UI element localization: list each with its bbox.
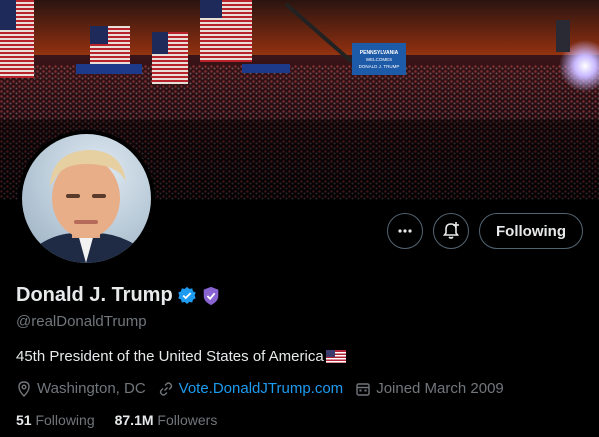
more-button[interactable] [387, 213, 424, 249]
profile-bio: 45th President of the United States of A… [16, 348, 346, 365]
meta-website: Vote.DonaldJTrump.com [158, 380, 344, 397]
meta-joined: Joined March 2009 [355, 380, 504, 397]
profile-meta: Washington, DC Vote.DonaldJTrump.com Joi… [16, 380, 504, 397]
following-count: 51 [16, 412, 32, 428]
website-link[interactable]: Vote.DonaldJTrump.com [179, 380, 344, 397]
avatar-image [22, 134, 151, 263]
profile-stats: 51 Following 87.1M Followers [16, 412, 217, 428]
profile-actions: Following [387, 213, 583, 249]
svg-text:DONALD J. TRUMP: DONALD J. TRUMP [359, 64, 400, 69]
bell-plus-icon [442, 222, 460, 239]
us-flag-icon [325, 350, 346, 363]
followers-label: Followers [157, 412, 218, 428]
profile-handle: @realDonaldTrump [16, 313, 147, 330]
location-text: Washington, DC [37, 380, 146, 397]
flag-left [0, 0, 34, 78]
profile-avatar[interactable] [18, 130, 155, 267]
svg-text:PENNSYLVANIA: PENNSYLVANIA [360, 50, 399, 56]
followers-count: 87.1M [114, 412, 154, 428]
following-stat[interactable]: 51 Following [16, 412, 95, 428]
following-label: Following [35, 412, 95, 428]
location-pin-icon [18, 380, 30, 397]
followers-stat[interactable]: 87.1M Followers [115, 412, 218, 428]
joined-text: Joined March 2009 [376, 380, 504, 397]
bio-text: 45th President of the United States of A… [16, 348, 324, 365]
following-button[interactable]: Following [479, 213, 583, 249]
meta-location: Washington, DC [16, 380, 146, 397]
more-icon [398, 229, 412, 233]
calendar-icon [356, 382, 370, 396]
profile-name-row: Donald J. Trump [16, 284, 221, 307]
notify-button[interactable] [433, 213, 470, 249]
link-icon [159, 381, 172, 396]
profile-name: Donald J. Trump [16, 284, 173, 306]
svg-text:WELCOMES: WELCOMES [366, 57, 392, 62]
government-badge-icon[interactable] [201, 286, 221, 306]
verified-badge-icon[interactable] [177, 286, 197, 306]
